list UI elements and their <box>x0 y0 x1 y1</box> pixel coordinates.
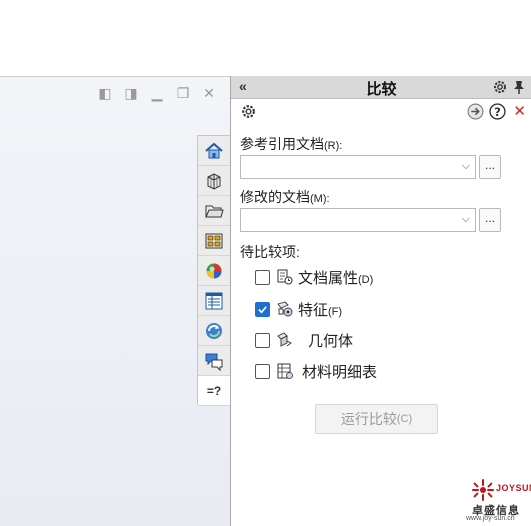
checkbox[interactable] <box>255 332 270 348</box>
modified-doc-label: 修改的文档(M): <box>240 189 330 205</box>
forum-icon <box>205 353 223 371</box>
compare-icon: =? <box>206 383 222 398</box>
bom-icon <box>277 363 293 379</box>
parts-library-icon <box>207 172 221 190</box>
tab-compare[interactable]: =? <box>198 376 230 406</box>
folder-icon <box>205 205 224 217</box>
modified-doc-browse-button[interactable]: ... <box>479 208 501 232</box>
panel-options-icon[interactable] <box>492 79 508 100</box>
feature-icon <box>277 301 293 317</box>
geometry-icon <box>277 332 292 347</box>
checkbox-checked[interactable] <box>255 301 270 317</box>
panel-toolbar: ? ✕ <box>231 99 531 125</box>
compare-item-label: 材料明细表 <box>302 363 378 381</box>
modified-doc-combo[interactable]: ⌵ <box>240 208 476 232</box>
panel-header: « 比较 <box>231 76 531 99</box>
checkmark-icon <box>258 305 267 313</box>
help-icon[interactable]: ? <box>489 103 506 125</box>
tab-solidworks-resources[interactable] <box>198 316 230 346</box>
run-compare-button[interactable]: 运行比较 (C) <box>315 404 438 434</box>
compare-item-geometry[interactable]: 几何体 <box>255 330 353 350</box>
watermark-logo: JOYSUN 卓盛信息 www.joy-sun.cn <box>466 476 531 522</box>
tab-custom-properties[interactable] <box>198 286 230 316</box>
minimize-icon[interactable]: ▁ <box>148 85 166 101</box>
tab-file-explorer[interactable] <box>198 196 230 226</box>
checkbox[interactable] <box>255 363 270 379</box>
close-window-icon[interactable]: ✕ <box>200 85 218 101</box>
tab-forum[interactable] <box>198 346 230 376</box>
watermark-url: www.joy-sun.cn <box>466 515 515 522</box>
chevron-down-icon: ⌵ <box>461 213 470 225</box>
window-controls: ◧ ◨ ▁ ❐ ✕ <box>96 85 218 101</box>
compare-item-label: 文档属性(D) <box>298 269 374 287</box>
chevron-down-icon: ⌵ <box>461 160 470 172</box>
appearance-icon <box>206 263 222 278</box>
compare-item-bom[interactable]: 材料明细表 <box>255 361 377 381</box>
top-toolbar-area <box>0 0 531 77</box>
custom-properties-icon <box>205 292 223 309</box>
svg-text:?: ? <box>494 105 501 119</box>
compare-item-document-properties[interactable]: 文档属性(D) <box>255 267 373 287</box>
compare-item-label: 几何体 <box>308 332 354 350</box>
refresh-sync-icon <box>206 322 222 339</box>
tab-appearances[interactable] <box>198 256 230 286</box>
tile-left-icon[interactable]: ◧ <box>96 85 114 101</box>
home-icon <box>205 142 223 158</box>
reference-doc-label: 参考引用文档(R): <box>240 136 343 152</box>
tile-right-icon[interactable]: ◨ <box>122 85 140 101</box>
panel-title: 比较 <box>366 81 397 98</box>
compare-item-label: 特征(F) <box>298 301 343 319</box>
reference-doc-browse-button[interactable]: ... <box>479 155 501 179</box>
tab-view-palette[interactable] <box>198 226 230 256</box>
tab-home[interactable] <box>198 136 230 166</box>
items-section-label: 待比较项: <box>240 244 300 260</box>
pin-icon[interactable] <box>512 79 526 100</box>
tab-design-library[interactable] <box>198 166 230 196</box>
close-icon[interactable]: ✕ <box>513 102 526 120</box>
joysun-logo-icon <box>472 479 494 501</box>
compare-item-features[interactable]: 特征(F) <box>255 299 342 319</box>
compare-panel: « 比较 ? ✕ 参考引用文档(R): ⌵ ... 修改的文档(M): ⌵ ..… <box>230 76 531 526</box>
task-pane-tabs: =? <box>197 135 231 406</box>
restore-icon[interactable]: ❐ <box>174 85 192 101</box>
gear-icon[interactable] <box>240 103 257 125</box>
reference-doc-combo[interactable]: ⌵ <box>240 155 476 179</box>
view-palette-icon <box>205 233 223 248</box>
checkbox[interactable] <box>255 269 270 285</box>
watermark-brand: JOYSUN <box>496 483 531 493</box>
go-arrow-icon[interactable] <box>467 103 484 125</box>
graphics-area[interactable]: ◧ ◨ ▁ ❐ ✕ <box>0 77 230 526</box>
document-properties-icon <box>277 269 293 285</box>
